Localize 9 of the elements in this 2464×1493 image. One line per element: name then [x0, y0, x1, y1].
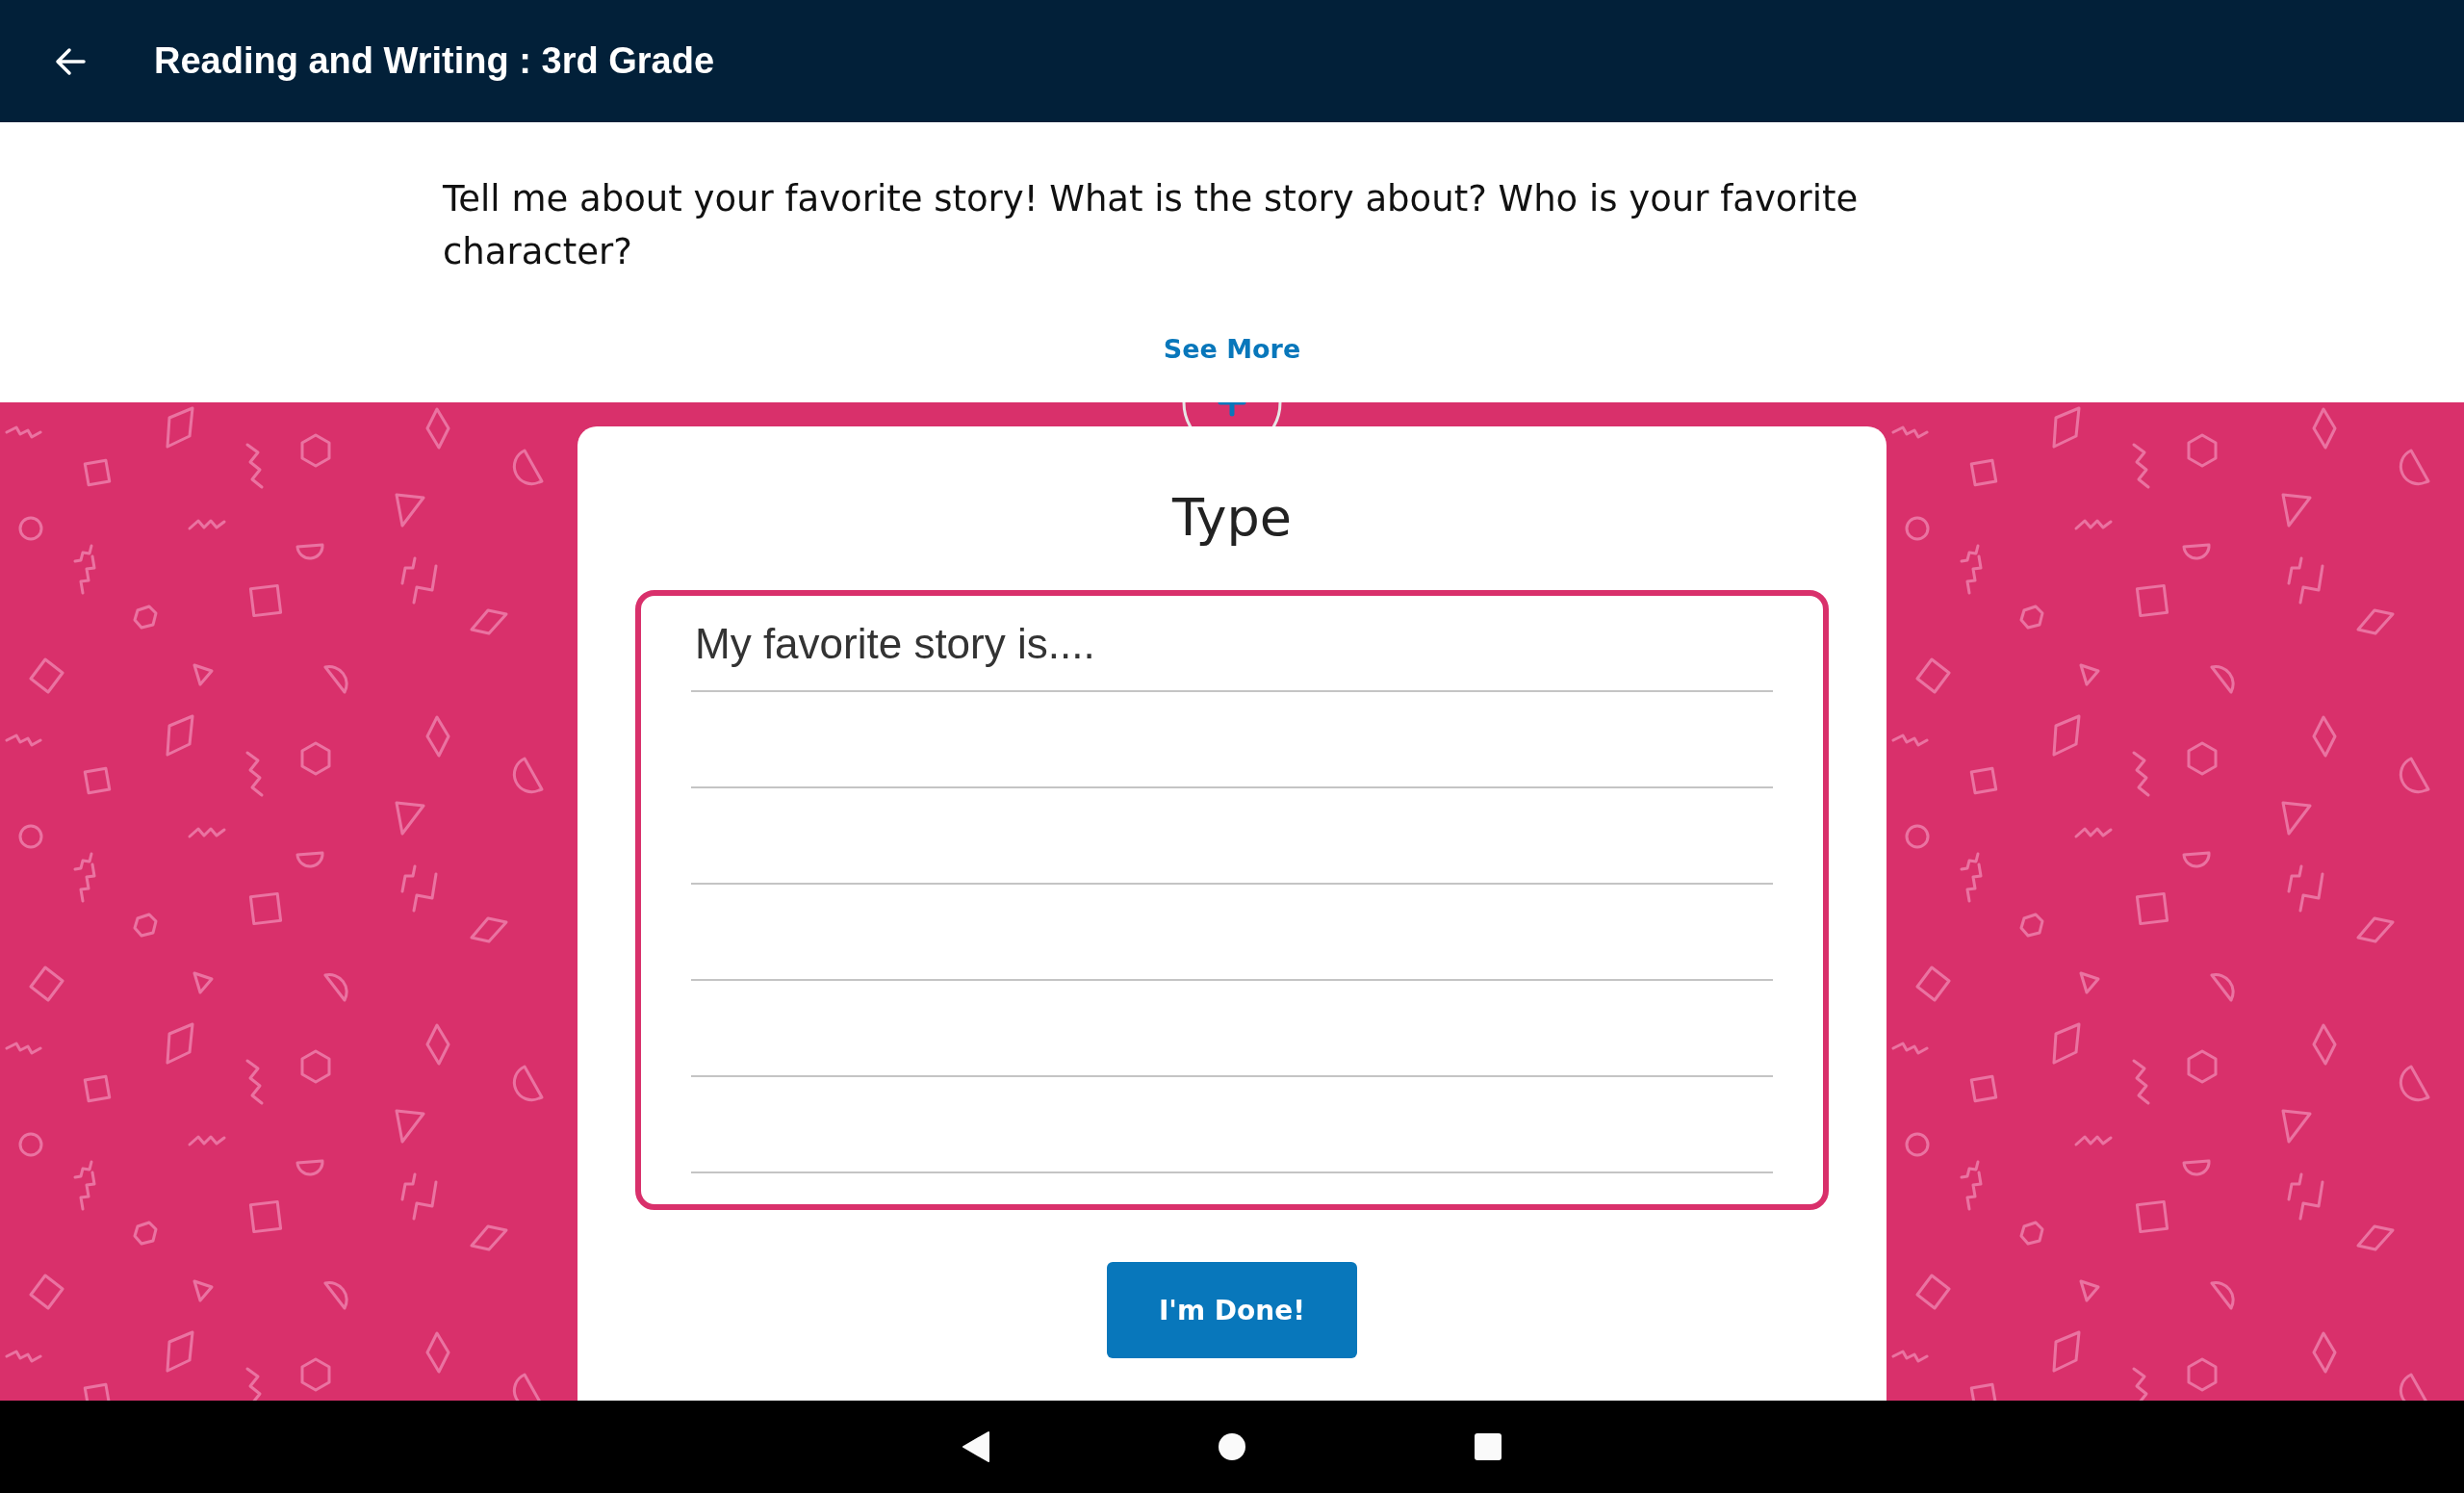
answer-box[interactable]: My favorite story is.... — [635, 590, 1829, 1210]
prompt-text: Tell me about your favorite story! What is the story about? Who is your favorite character? — [443, 177, 1860, 274]
home-circle-icon[interactable] — [1218, 1432, 1246, 1461]
page-title: Reading and Writing : 3rd Grade — [154, 40, 715, 82]
done-button[interactable]: I'm Done! — [1107, 1262, 1357, 1358]
card-title: Type — [1172, 486, 1292, 550]
recents-square-icon[interactable] — [1474, 1432, 1502, 1461]
back-triangle-icon[interactable] — [962, 1430, 990, 1463]
see-more-link[interactable]: See More — [1163, 334, 1301, 364]
